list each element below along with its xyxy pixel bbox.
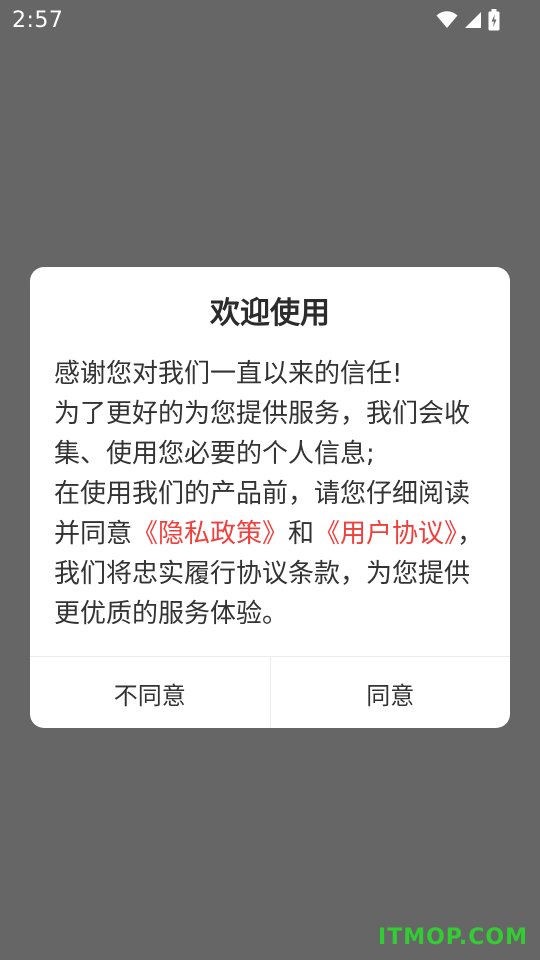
agree-button[interactable]: 同意 [269,657,511,728]
user-agreement-link[interactable]: 《用户协议》 [314,519,457,549]
screen: 2:57 欢迎使用 感谢您对我们一直以来的信任! 为了更好的为您提供服务，我们会… [0,0,540,960]
body-line-1: 感谢您对我们一直以来的信任! [54,359,403,389]
body-line-2: 为了更好的为您提供服务，我们会收集、使用您必要的个人信息; [54,399,471,469]
body-connector: 和 [288,519,315,549]
welcome-dialog: 欢迎使用 感谢您对我们一直以来的信任! 为了更好的为您提供服务，我们会收集、使用您… [30,267,510,728]
battery-charging-icon [488,9,500,31]
status-time: 2:57 [12,7,64,33]
cellular-signal-icon [464,11,482,29]
status-icons [436,9,500,31]
dialog-actions: 不同意 同意 [30,656,510,728]
disagree-button[interactable]: 不同意 [30,657,270,728]
watermark: ITMOP.COM [378,925,528,950]
dialog-body: 感谢您对我们一直以来的信任! 为了更好的为您提供服务，我们会收集、使用您必要的个人… [54,354,494,634]
dialog-title: 欢迎使用 [210,296,330,331]
status-bar: 2:57 [0,0,540,40]
wifi-icon [436,11,458,29]
privacy-policy-link[interactable]: 《隐私政策》 [132,519,288,549]
